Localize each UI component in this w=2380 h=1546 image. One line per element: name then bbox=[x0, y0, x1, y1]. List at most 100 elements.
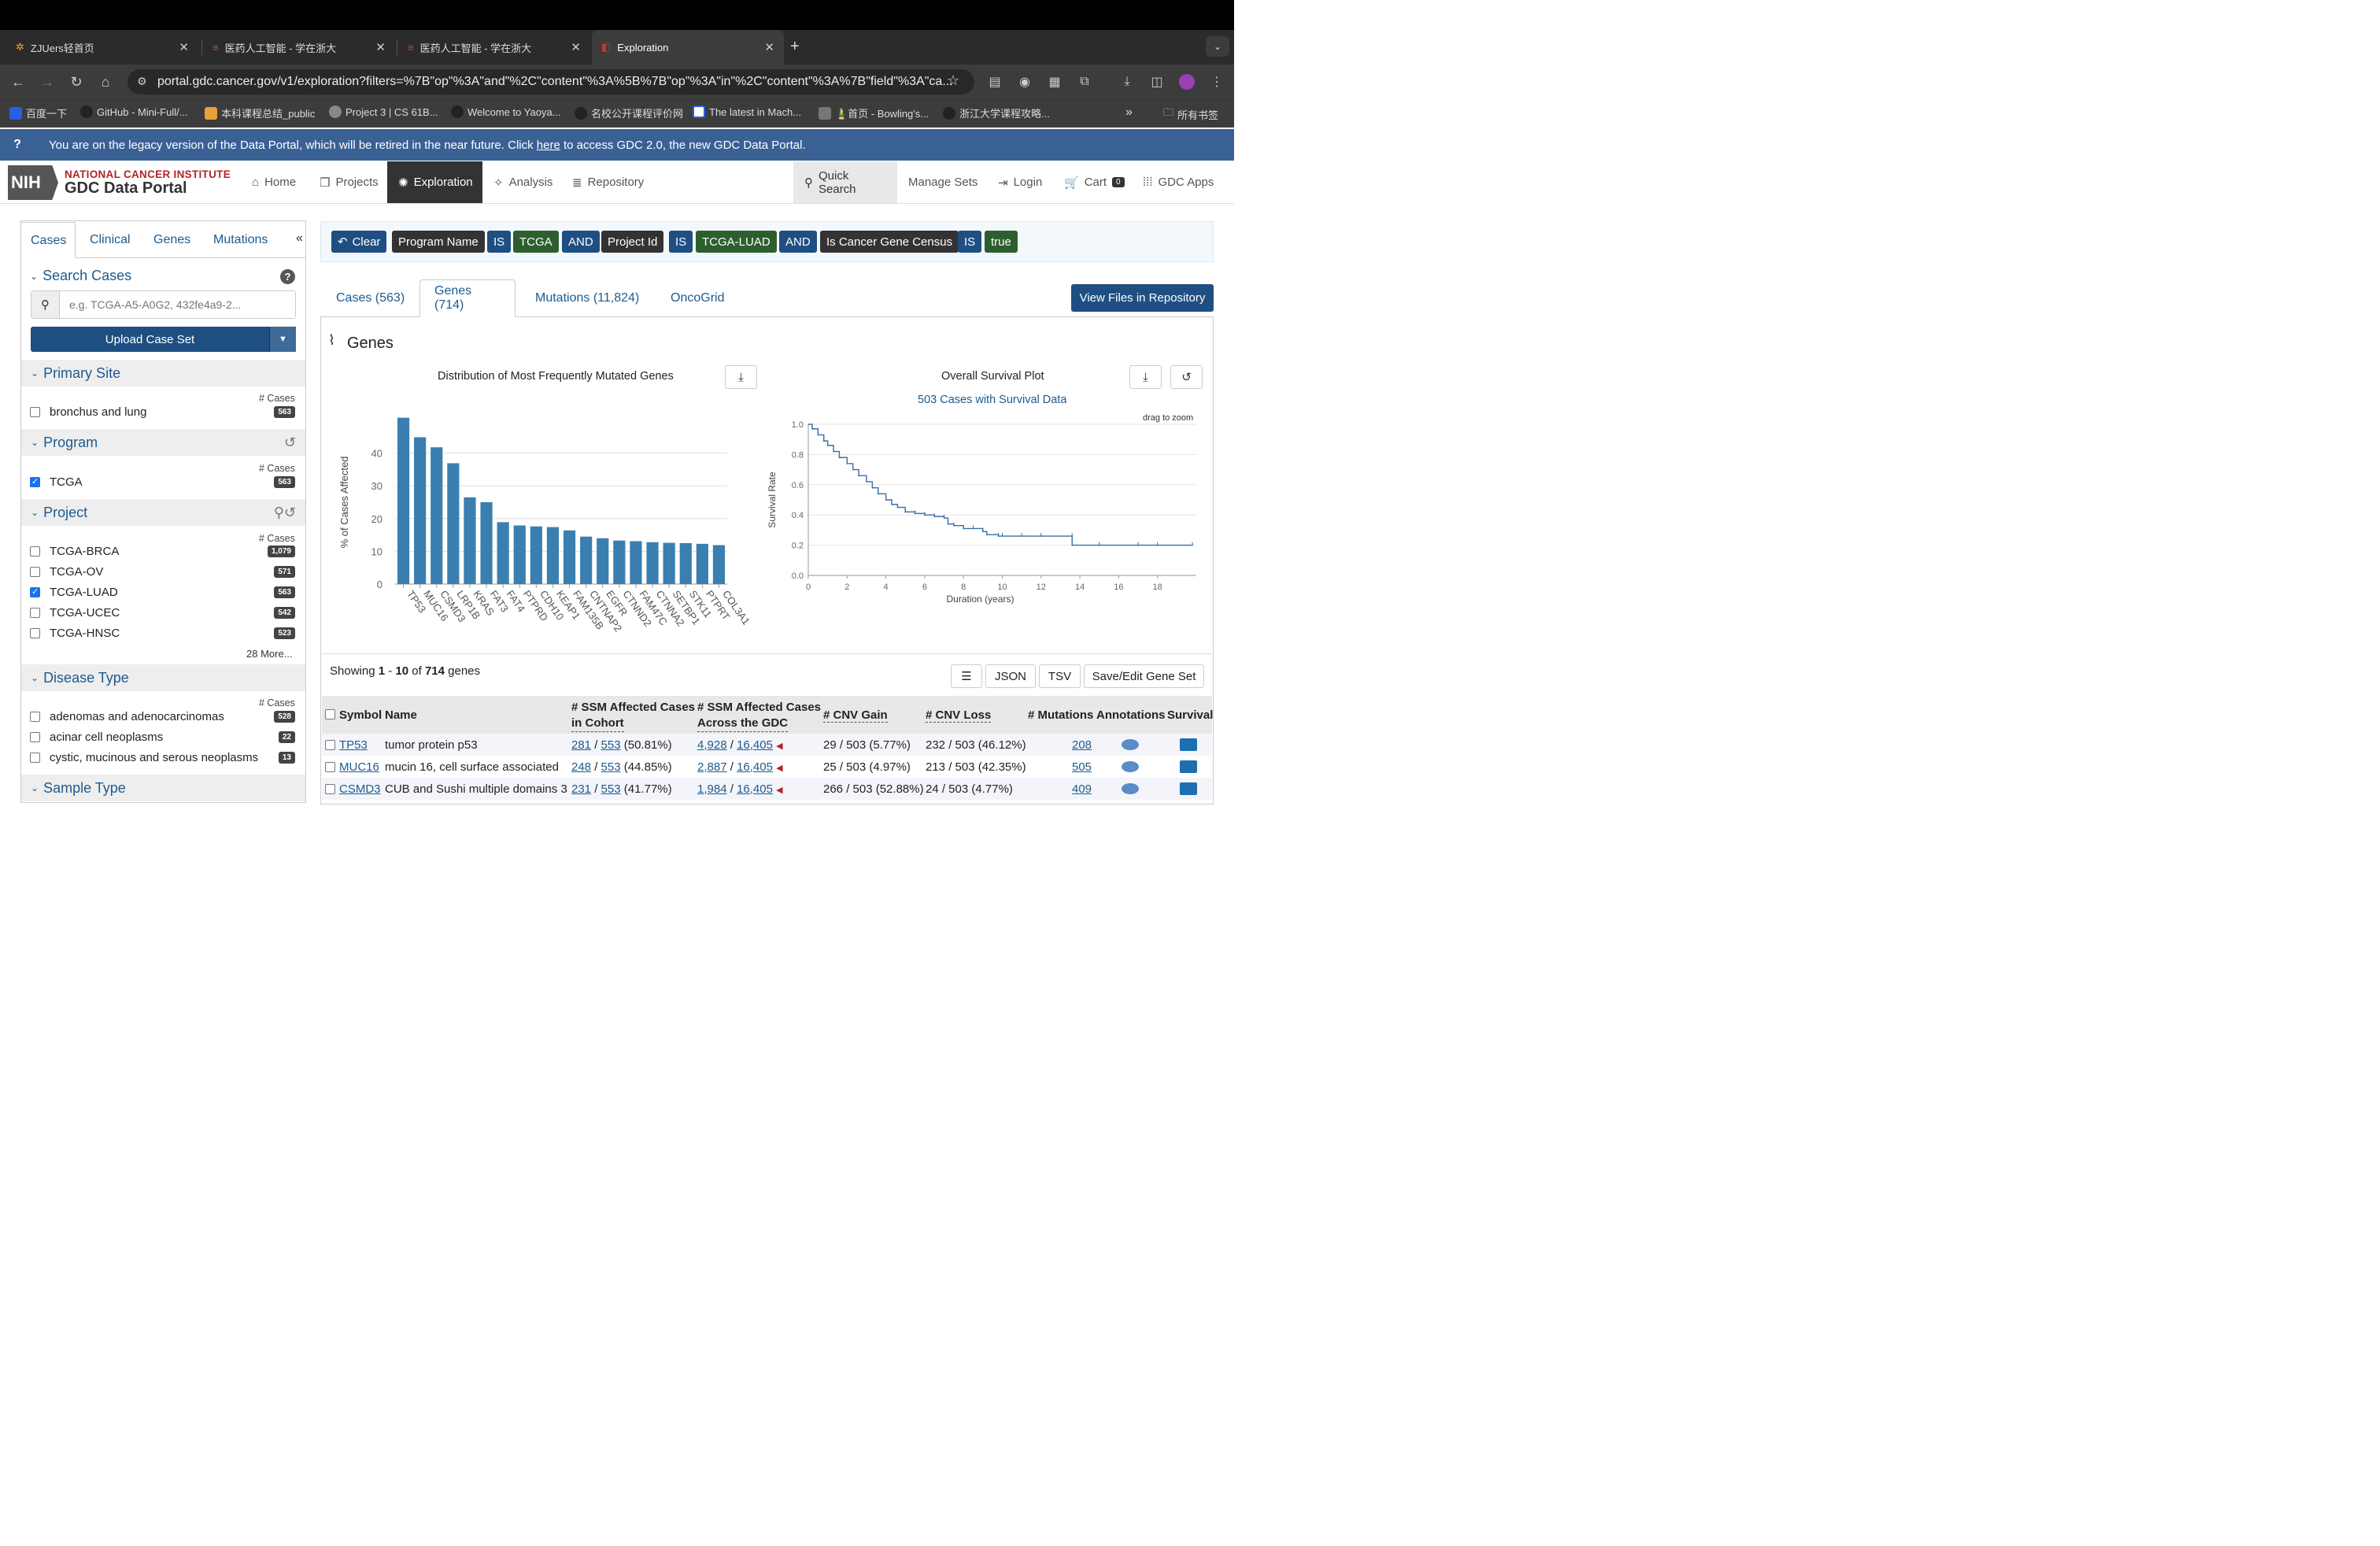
caret-left-icon[interactable]: ◀ bbox=[776, 764, 782, 773]
tsv-button[interactable]: TSV bbox=[1039, 664, 1081, 688]
tab-list-icon[interactable]: ⌄ bbox=[1206, 36, 1229, 57]
nav-analysis[interactable]: ✧ Analysis bbox=[482, 161, 564, 203]
tab-clinical[interactable]: Clinical bbox=[80, 222, 140, 258]
row-checkbox[interactable] bbox=[325, 739, 335, 750]
filter-field[interactable]: Program Name bbox=[392, 231, 485, 253]
url-input[interactable]: ⚙ portal.gdc.cancer.gov/v1/exploration?f… bbox=[128, 69, 974, 94]
checkbox[interactable] bbox=[30, 608, 40, 618]
gdc-total-link[interactable]: 16,405 bbox=[737, 738, 773, 752]
reader-icon[interactable]: ▤ bbox=[985, 72, 1004, 91]
nih-logo[interactable]: NIH bbox=[8, 165, 58, 200]
survival-chart[interactable]: 0.0 0.2 0.4 0.6 0.8 1.0 0 2 4 6 8 10 12 14 16 18 Duratio… bbox=[762, 416, 1203, 608]
bookmark-item[interactable]: 🎍首页 - Bowling's... bbox=[819, 105, 929, 120]
clear-filters-button[interactable]: ↶ Clear bbox=[331, 231, 387, 253]
facet-option[interactable]: cystic, mucinous and serous neoplasms 13 bbox=[30, 751, 295, 764]
column-menu-icon[interactable]: ☰ bbox=[951, 664, 982, 688]
survival-plot-icon[interactable] bbox=[1180, 760, 1197, 773]
profile-avatar[interactable] bbox=[1177, 72, 1196, 91]
collapse-sidebar-icon[interactable]: « bbox=[296, 231, 303, 246]
row-checkbox[interactable] bbox=[325, 783, 335, 794]
survival-plot-icon[interactable] bbox=[1180, 738, 1197, 751]
upload-case-set-button[interactable]: Upload Case Set ▼ bbox=[31, 327, 296, 352]
col-mutations[interactable]: # Mutations bbox=[1028, 708, 1093, 722]
extensions-puzzle-icon[interactable]: ⧉ bbox=[1075, 72, 1094, 91]
bookmark-item[interactable]: Project 3 | CS 61B... bbox=[329, 105, 438, 118]
checkbox[interactable] bbox=[30, 476, 40, 487]
bookmark-item[interactable]: GitHub - Mini-Full/... bbox=[80, 105, 188, 118]
cart-button[interactable]: 🛒 Cart 0 bbox=[1053, 161, 1136, 203]
manage-sets-button[interactable]: Manage Sets bbox=[897, 161, 989, 203]
bookmark-item[interactable]: 百度一下 bbox=[9, 105, 67, 120]
cohort-total-link[interactable]: 553 bbox=[601, 738, 621, 752]
bookmark-item[interactable]: 名校公开课程评价网 bbox=[575, 105, 683, 120]
new-tab-icon[interactable]: + bbox=[790, 38, 800, 56]
mutations-link[interactable]: 208 bbox=[1072, 738, 1092, 752]
close-icon[interactable]: ✕ bbox=[375, 40, 386, 54]
facet-project-header[interactable]: ⌄ Project ⚲↺ bbox=[21, 499, 305, 526]
more-link[interactable]: 28 More... bbox=[246, 648, 293, 660]
reset-icon[interactable]: ↺ bbox=[284, 435, 296, 451]
facet-sample-type-header[interactable]: ⌄ Sample Type bbox=[21, 775, 305, 801]
col-name[interactable]: Name bbox=[385, 708, 417, 722]
browser-tab-active[interactable]: ◧ Exploration ✕ bbox=[592, 30, 784, 65]
caret-left-icon[interactable]: ◀ bbox=[776, 786, 782, 795]
reload-icon[interactable]: ↻ bbox=[65, 71, 87, 93]
bookmark-item[interactable]: 浙江大学课程攻略... bbox=[943, 105, 1050, 120]
gene-symbol-link[interactable]: MUC16 bbox=[339, 760, 379, 774]
annotations-icon[interactable] bbox=[1122, 783, 1139, 794]
search-reset-icon[interactable]: ⚲↺ bbox=[274, 505, 296, 521]
extension-icon[interactable]: ◉ bbox=[1015, 72, 1034, 91]
back-icon[interactable]: ← bbox=[7, 71, 29, 93]
nav-projects[interactable]: ❐ Projects bbox=[309, 161, 390, 203]
banner-here-link[interactable]: here bbox=[537, 139, 560, 152]
nav-repository[interactable]: ≣ Repository bbox=[561, 161, 655, 203]
col-ssm-gdc[interactable]: # SSM Affected Cases Across the GDC bbox=[697, 700, 821, 732]
bookmark-item[interactable]: 本科课程总结_public bbox=[205, 105, 315, 120]
gdc-total-link[interactable]: 16,405 bbox=[737, 760, 773, 774]
select-all-checkbox[interactable] bbox=[325, 709, 335, 719]
col-cnv-gain[interactable]: # CNV Gain bbox=[823, 708, 888, 723]
gene-symbol-link[interactable]: CSMD3 bbox=[339, 782, 381, 796]
nav-home[interactable]: ⌂ Home bbox=[241, 161, 307, 203]
survival-plot-icon[interactable] bbox=[1180, 782, 1197, 795]
zip-extension-icon[interactable]: ▦ bbox=[1045, 72, 1064, 91]
tab-cases-count[interactable]: Cases (563) bbox=[322, 279, 419, 317]
menu-kebab-icon[interactable]: ⋮ bbox=[1207, 72, 1226, 91]
tab-oncogrid[interactable]: OncoGrid bbox=[656, 279, 738, 317]
site-settings-icon[interactable]: ⚙ bbox=[137, 75, 147, 88]
facet-primary-site-header[interactable]: ⌄ Primary Site bbox=[21, 360, 305, 386]
checkbox[interactable] bbox=[30, 628, 40, 638]
side-panel-icon[interactable]: ◫ bbox=[1148, 72, 1166, 91]
filter-value[interactable]: true bbox=[985, 231, 1018, 253]
bookmarks-overflow-icon[interactable]: » bbox=[1125, 105, 1133, 120]
facet-option[interactable]: TCGA-BRCA 1,079 bbox=[30, 545, 295, 558]
home-icon[interactable]: ⌂ bbox=[94, 71, 116, 93]
gdc-cases-link[interactable]: 2,887 bbox=[697, 760, 727, 774]
facet-option[interactable]: TCGA-LUAD563 bbox=[30, 586, 295, 599]
browser-tab[interactable]: ✲ ZJUers轻首页 ✕ bbox=[6, 30, 198, 65]
facet-option[interactable]: TCGA-OV 571 bbox=[30, 565, 295, 579]
save-gene-set-button[interactable]: Save/Edit Gene Set bbox=[1084, 664, 1204, 688]
caret-left-icon[interactable]: ◀ bbox=[776, 742, 782, 751]
facet-option[interactable]: TCGA-UCEC 542 bbox=[30, 606, 295, 620]
checkbox[interactable] bbox=[30, 732, 40, 742]
browser-tab[interactable]: ≡ 医药人工智能 - 学在浙大 ✕ bbox=[203, 30, 395, 65]
bookmark-item[interactable]: The latest in Mach... bbox=[693, 105, 801, 118]
col-symbol[interactable]: Symbol bbox=[339, 708, 382, 722]
close-icon[interactable]: ✕ bbox=[179, 40, 189, 54]
mutations-link[interactable]: 409 bbox=[1072, 782, 1092, 796]
filter-field[interactable]: Is Cancer Gene Census bbox=[820, 231, 959, 253]
facet-disease-type-header[interactable]: ⌄ Disease Type bbox=[21, 664, 305, 691]
close-icon[interactable]: ✕ bbox=[764, 40, 774, 54]
mutations-link[interactable]: 505 bbox=[1072, 760, 1092, 774]
json-button[interactable]: JSON bbox=[985, 664, 1036, 688]
gdc-cases-link[interactable]: 1,984 bbox=[697, 782, 727, 796]
tab-genes-count[interactable]: Genes (714) bbox=[419, 279, 516, 317]
checkbox[interactable] bbox=[30, 586, 40, 597]
tab-genes[interactable]: Genes bbox=[144, 222, 200, 258]
case-search-input[interactable] bbox=[60, 291, 295, 318]
download-icon[interactable]: ⤓ bbox=[1129, 365, 1162, 389]
close-icon[interactable]: ✕ bbox=[571, 40, 581, 54]
cohort-total-link[interactable]: 553 bbox=[601, 760, 621, 774]
tab-mutations-count[interactable]: Mutations (11,824) bbox=[521, 279, 653, 317]
